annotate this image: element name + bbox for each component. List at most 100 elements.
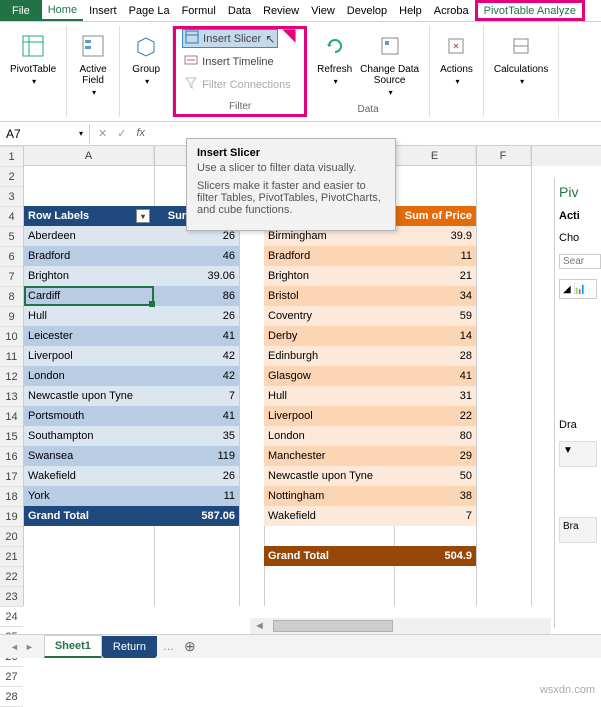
actions-button[interactable]: Actions ▾ xyxy=(436,28,477,88)
pivot-grand-total[interactable]: Grand Total504.9 xyxy=(264,546,476,566)
change-data-source-button[interactable]: Change Data Source ▾ xyxy=(356,28,423,99)
row-header-27[interactable]: 27 xyxy=(0,667,23,687)
row-header-12[interactable]: 12 xyxy=(0,367,23,387)
pivot-row[interactable]: Cardiff86 xyxy=(24,286,239,306)
sheet-nav-next-icon[interactable]: ► xyxy=(25,642,34,652)
ribbon-tab-data[interactable]: Data xyxy=(222,0,257,21)
pivot-fields-pane[interactable]: Piv Acti Cho ◢ 📊 Dra ▼ Bra xyxy=(554,178,601,628)
pivot-row[interactable]: Leicester41 xyxy=(24,326,239,346)
name-box[interactable]: A7 ▾ xyxy=(0,124,90,144)
row-header-8[interactable]: 8 xyxy=(0,287,23,307)
row-header-19[interactable]: 19 xyxy=(0,507,23,527)
row-header-9[interactable]: 9 xyxy=(0,307,23,327)
scroll-left-icon[interactable]: ◄ xyxy=(250,620,269,632)
ribbon-tab-formul[interactable]: Formul xyxy=(176,0,222,21)
ribbon-tab-pivottable-analyze[interactable]: PivotTable Analyze xyxy=(475,0,585,21)
ribbon-tab-acroba[interactable]: Acroba xyxy=(428,0,475,21)
ribbon-tab-view[interactable]: View xyxy=(305,0,341,21)
row-header-10[interactable]: 10 xyxy=(0,327,23,347)
row-header-21[interactable]: 21 xyxy=(0,547,23,567)
pivot-table-2[interactable]: Row Labels▾Sum of PriceBirmingham39.9Bra… xyxy=(264,206,476,566)
row-header-11[interactable]: 11 xyxy=(0,347,23,367)
ribbon-tab-home[interactable]: Home xyxy=(42,0,83,21)
pivot-header-rowlabels[interactable]: Row Labels▾ xyxy=(24,206,154,226)
pivot-grand-total[interactable]: Grand Total587.06 xyxy=(24,506,239,526)
pivot-row[interactable]: Wakefield7 xyxy=(264,506,476,526)
pivot-row[interactable]: Coventry59 xyxy=(264,306,476,326)
drop-zone-rows[interactable]: Bra xyxy=(559,517,597,543)
row-header-1[interactable]: 1 xyxy=(0,147,23,167)
row-header-4[interactable]: 4 xyxy=(0,207,23,227)
pivot-row[interactable]: Hull26 xyxy=(24,306,239,326)
pivot-row[interactable]: Nottingham38 xyxy=(264,486,476,506)
dropdown-icon[interactable]: ▾ xyxy=(79,129,83,138)
pivot-row[interactable]: Southampton35 xyxy=(24,426,239,446)
col-header-F[interactable]: F xyxy=(476,146,531,166)
sheet-tab-active[interactable]: Sheet1 xyxy=(44,635,102,658)
row-header-15[interactable]: 15 xyxy=(0,427,23,447)
pivot-row[interactable]: Brighton21 xyxy=(264,266,476,286)
pivot-row[interactable]: Liverpool42 xyxy=(24,346,239,366)
sheet-more-icon[interactable]: … xyxy=(159,641,178,653)
pivot-row[interactable]: Edinburgh28 xyxy=(264,346,476,366)
field-search-input[interactable] xyxy=(559,254,601,269)
pivot-row[interactable]: York11 xyxy=(24,486,239,506)
pivot-row[interactable]: Hull31 xyxy=(264,386,476,406)
pivot-row[interactable]: Derby14 xyxy=(264,326,476,346)
field-item[interactable]: ◢ 📊 xyxy=(559,279,597,299)
pivot-table-1[interactable]: Row Labels▾Sum of PriceAberdeen26Bradfor… xyxy=(24,206,239,526)
row-header-6[interactable]: 6 xyxy=(0,247,23,267)
col-header-E[interactable]: E xyxy=(394,146,476,166)
row-header-23[interactable]: 23 xyxy=(0,587,23,607)
pivot-header-sum[interactable]: Sum of Price xyxy=(394,206,476,226)
fx-icon[interactable]: fx xyxy=(136,127,145,140)
row-header-28[interactable]: 28 xyxy=(0,687,23,707)
row-header-22[interactable]: 22 xyxy=(0,567,23,587)
pivot-row[interactable]: Manchester29 xyxy=(264,446,476,466)
pivot-row[interactable]: Glasgow41 xyxy=(264,366,476,386)
row-header-14[interactable]: 14 xyxy=(0,407,23,427)
sheet-nav[interactable]: ◄ ► xyxy=(0,642,44,652)
group-button[interactable]: Group ▾ xyxy=(126,28,166,88)
pivot-row[interactable]: Portsmouth41 xyxy=(24,406,239,426)
cancel-icon[interactable]: ✕ xyxy=(98,127,107,140)
pivot-row[interactable]: Bradford46 xyxy=(24,246,239,266)
active-field-button[interactable]: Active Field ▾ xyxy=(73,28,113,99)
pivot-row[interactable]: London42 xyxy=(24,366,239,386)
calculations-button[interactable]: Calculations ▾ xyxy=(490,28,552,88)
row-header-16[interactable]: 16 xyxy=(0,447,23,467)
pivot-row[interactable]: Newcastle upon Tyne50 xyxy=(264,466,476,486)
pivot-row[interactable]: Bristol34 xyxy=(264,286,476,306)
col-header-A[interactable]: A xyxy=(24,146,154,166)
row-header-7[interactable]: 7 xyxy=(0,267,23,287)
row-header-3[interactable]: 3 xyxy=(0,187,23,207)
scrollbar-thumb[interactable] xyxy=(273,620,393,632)
ribbon-tab-review[interactable]: Review xyxy=(257,0,305,21)
pivottable-button[interactable]: PivotTable ▾ xyxy=(6,28,60,88)
row-header-17[interactable]: 17 xyxy=(0,467,23,487)
drop-zone-filters[interactable]: ▼ xyxy=(559,441,597,467)
pivot-row[interactable]: Brighton39.06 xyxy=(24,266,239,286)
ribbon-tab-help[interactable]: Help xyxy=(393,0,428,21)
filter-connections-button[interactable]: Filter Connections xyxy=(182,75,293,94)
row-header-20[interactable]: 20 xyxy=(0,527,23,547)
ribbon-tab-develop[interactable]: Develop xyxy=(341,0,393,21)
insert-timeline-button[interactable]: Insert Timeline xyxy=(182,52,276,71)
row-header-5[interactable]: 5 xyxy=(0,227,23,247)
insert-slicer-button[interactable]: Insert Slicer ↖ xyxy=(182,29,278,48)
sheet-tab-return[interactable]: Return xyxy=(102,636,157,658)
pivot-row[interactable]: London80 xyxy=(264,426,476,446)
sheet-nav-prev-icon[interactable]: ◄ xyxy=(10,642,19,652)
add-sheet-button[interactable]: ⊕ xyxy=(178,638,202,655)
ribbon-tab-page-la[interactable]: Page La xyxy=(123,0,176,21)
pivot-row[interactable]: Bradford11 xyxy=(264,246,476,266)
pivot-row[interactable]: Liverpool22 xyxy=(264,406,476,426)
row-header-24[interactable]: 24 xyxy=(0,607,23,627)
pivot-row[interactable]: Wakefield26 xyxy=(24,466,239,486)
row-header-13[interactable]: 13 xyxy=(0,387,23,407)
enter-icon[interactable]: ✓ xyxy=(117,127,126,140)
pivot-row[interactable]: Swansea119 xyxy=(24,446,239,466)
ribbon-tab-insert[interactable]: Insert xyxy=(83,0,123,21)
row-header-2[interactable]: 2 xyxy=(0,167,23,187)
pivot-row[interactable]: Newcastle upon Tyne7 xyxy=(24,386,239,406)
